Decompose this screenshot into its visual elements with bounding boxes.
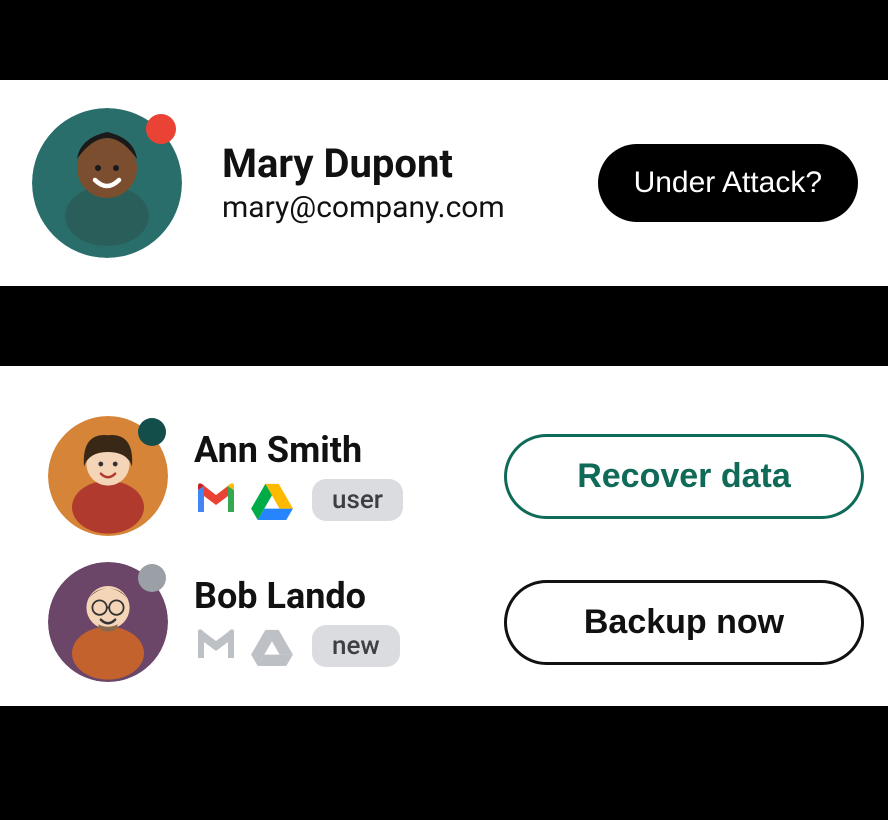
role-badge: new	[312, 625, 400, 667]
gmail-icon	[194, 628, 238, 664]
user-name: Ann Smith	[194, 431, 478, 471]
user-info: Mary Dupont mary@company.com	[222, 142, 558, 225]
avatar	[48, 416, 168, 536]
user-name: Bob Lando	[194, 577, 478, 617]
user-list-card: Ann Smith	[0, 366, 888, 706]
status-indicator	[138, 564, 166, 592]
recover-data-button[interactable]: Recover data	[504, 434, 864, 519]
status-indicator	[138, 418, 166, 446]
user-info: Bob Lando	[194, 577, 478, 667]
gmail-icon	[194, 482, 238, 518]
role-badge: user	[312, 479, 403, 521]
service-icons: user	[194, 479, 478, 521]
avatar	[48, 562, 168, 682]
backup-now-button[interactable]: Backup now	[504, 580, 864, 665]
user-email: mary@company.com	[222, 190, 558, 225]
user-row: Bob Lando	[48, 562, 864, 682]
drive-icon	[250, 482, 294, 518]
avatar	[32, 108, 182, 258]
status-indicator	[146, 114, 176, 144]
under-attack-button[interactable]: Under Attack?	[598, 144, 858, 222]
user-row: Ann Smith	[48, 416, 864, 536]
user-header-card: Mary Dupont mary@company.com Under Attac…	[0, 80, 888, 286]
user-info: Ann Smith	[194, 431, 478, 521]
user-name: Mary Dupont	[222, 142, 558, 186]
drive-icon	[250, 628, 294, 664]
service-icons: new	[194, 625, 478, 667]
